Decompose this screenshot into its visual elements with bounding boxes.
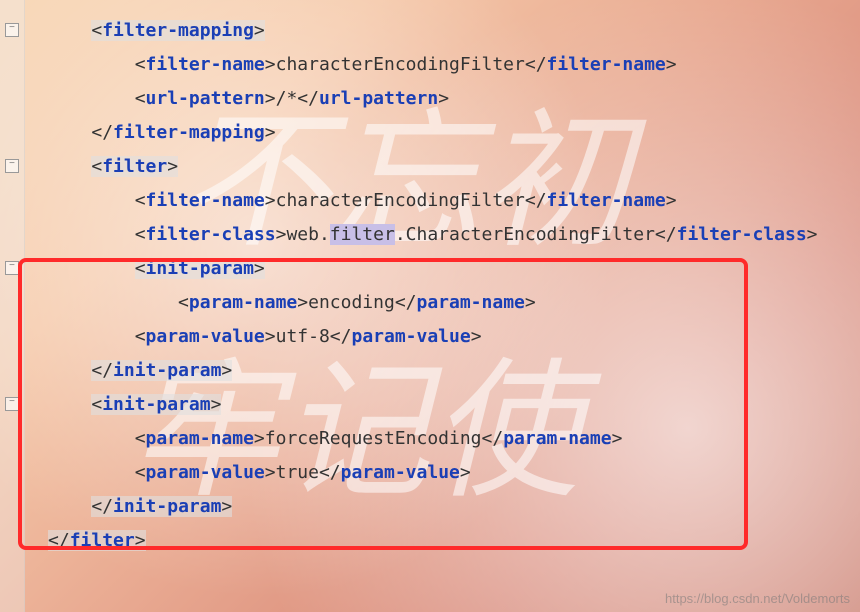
watermark: https://blog.csdn.net/Voldemorts [665,591,850,606]
code-block: <filter-mapping> <filter-name>characterE… [0,0,860,572]
